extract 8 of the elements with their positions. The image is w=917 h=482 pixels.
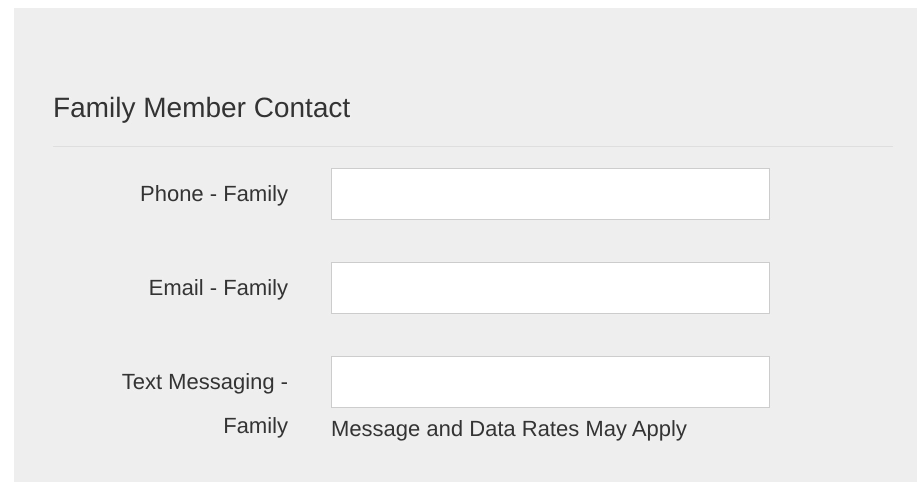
input-field[interactable]	[331, 356, 770, 408]
field-label: Email - Family	[148, 274, 288, 302]
input-field[interactable]	[331, 168, 770, 220]
help-text: Message and Data Rates May Apply	[331, 415, 688, 443]
field-label: Text Messaging - Family	[120, 368, 288, 440]
input-field[interactable]	[331, 262, 770, 314]
field-label: Phone - Family	[139, 180, 288, 208]
section-title: Family Member Contact	[53, 91, 352, 125]
